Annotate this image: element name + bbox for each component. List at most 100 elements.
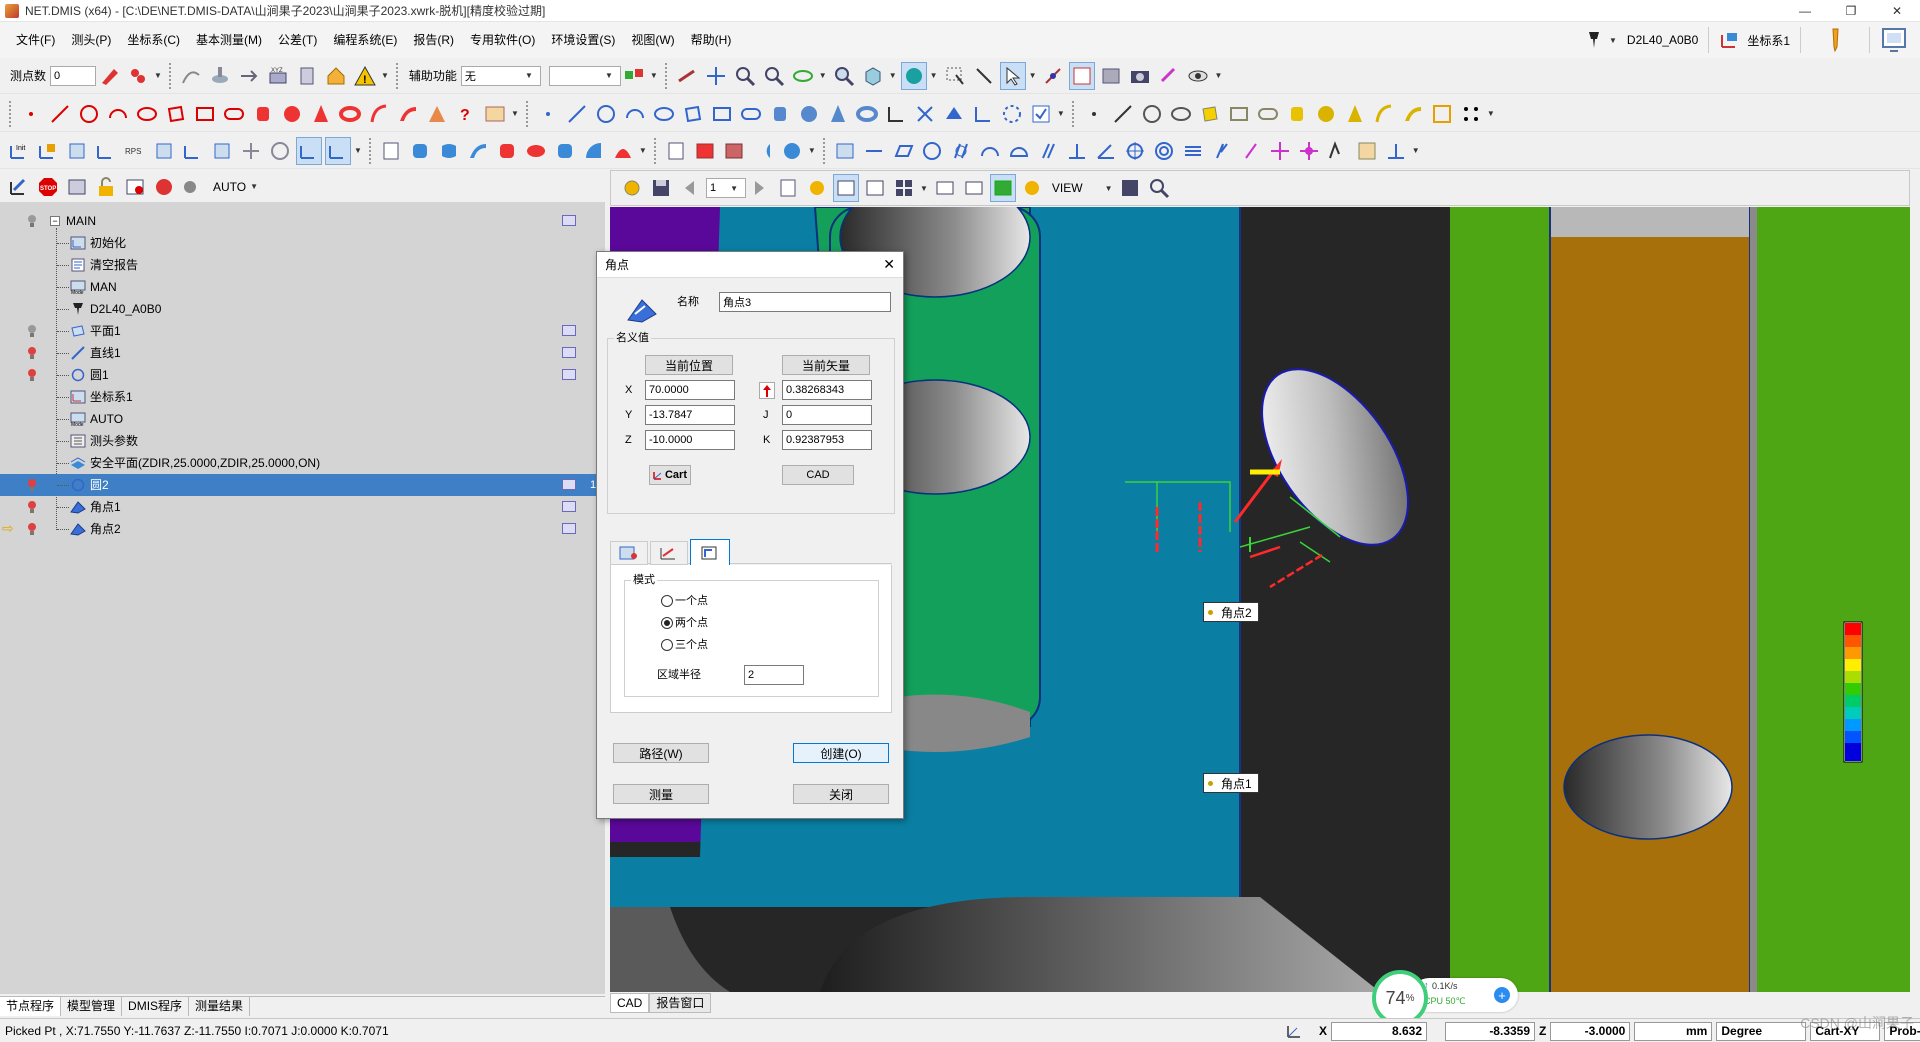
construct-plane-icon[interactable] — [680, 100, 706, 128]
torus-feature-icon[interactable] — [337, 100, 363, 128]
dialog-close-icon[interactable]: ✕ — [883, 256, 895, 273]
curve-feature-icon[interactable] — [366, 100, 392, 128]
perpendicularity-icon[interactable] — [1064, 137, 1090, 165]
cart-button[interactable]: Cart — [649, 465, 691, 485]
name-input[interactable]: 角点3 — [719, 292, 891, 312]
sphere-feature-icon[interactable] — [279, 100, 305, 128]
path-button[interactable]: 路径(W) — [613, 743, 709, 763]
tools-dropdown-icon[interactable]: ▼ — [381, 71, 389, 80]
cad-surface-icon[interactable] — [1400, 100, 1426, 128]
surface-measure-icon[interactable] — [465, 137, 491, 165]
construct-rectangle-icon[interactable] — [709, 100, 735, 128]
cylindricity-icon[interactable] — [948, 137, 974, 165]
tree-row-main[interactable]: − MAIN — [0, 210, 605, 232]
xyz-icon[interactable]: XYZ — [265, 62, 291, 90]
grid-view-icon[interactable] — [833, 174, 859, 202]
path-icon[interactable] — [178, 62, 204, 90]
window-icon[interactable] — [122, 173, 148, 201]
cad-circle-icon[interactable] — [1139, 100, 1165, 128]
construct-point-icon[interactable] — [535, 100, 561, 128]
execution-bulb-icon[interactable] — [24, 320, 40, 342]
tab-node-program[interactable]: 节点程序 — [0, 997, 62, 1016]
mode-two-points-label[interactable]: 两个点 — [675, 613, 708, 633]
close-icon[interactable]: ✕ — [1874, 0, 1920, 22]
zone-radius-input[interactable]: 2 — [744, 665, 804, 685]
report-output-icon[interactable] — [562, 347, 576, 358]
construct-line-icon[interactable] — [564, 100, 590, 128]
construct-ellipse-icon[interactable] — [651, 100, 677, 128]
status-angle-unit[interactable]: Degree — [1716, 1021, 1807, 1041]
disk-icon[interactable] — [523, 137, 549, 165]
angularity-icon[interactable] — [1093, 137, 1119, 165]
alignment-dropdown-icon[interactable]: ▼ — [354, 146, 362, 155]
new-page-icon[interactable] — [775, 174, 801, 202]
coordinate-system-icon[interactable] — [1719, 29, 1741, 51]
curve-measure-icon[interactable] — [610, 137, 636, 165]
plane-feature-icon[interactable] — [163, 100, 189, 128]
z-input[interactable]: -10.0000 — [645, 430, 735, 450]
flatness-icon[interactable] — [890, 137, 916, 165]
run-icon[interactable] — [619, 174, 645, 202]
tangent-icon[interactable] — [779, 137, 805, 165]
pointer-dropdown-icon[interactable]: ▼ — [1029, 71, 1037, 80]
menu-settings[interactable]: 环境设置(S) — [543, 22, 623, 58]
cad-slot-icon[interactable] — [1255, 100, 1281, 128]
pan-icon[interactable] — [703, 62, 729, 90]
menu-measure[interactable]: 基本测量(M) — [188, 22, 270, 58]
target-icon[interactable] — [1267, 137, 1293, 165]
x-input[interactable]: 70.0000 — [645, 380, 735, 400]
report-output-icon[interactable] — [562, 369, 576, 380]
toggle-icon[interactable] — [180, 173, 206, 201]
best-fit-align-icon[interactable] — [151, 137, 177, 165]
menu-tolerance[interactable]: 公差(T) — [270, 22, 325, 58]
rotate-align-icon[interactable] — [180, 137, 206, 165]
target-red-icon[interactable] — [151, 173, 177, 201]
points-dropdown-icon[interactable]: ▼ — [154, 71, 162, 80]
zoom-window-icon[interactable] — [732, 62, 758, 90]
create-button[interactable]: 创建(O) — [793, 743, 889, 763]
minimize-icon[interactable]: — — [1782, 0, 1828, 22]
tree-row-man[interactable]: Mode MAN — [0, 276, 605, 298]
level-icon[interactable] — [238, 137, 264, 165]
half-disk-icon[interactable] — [750, 137, 776, 165]
point-feature-icon[interactable] — [18, 100, 44, 128]
section-icon[interactable] — [1069, 61, 1096, 90]
boost-plus-icon[interactable]: + — [1494, 987, 1510, 1003]
tolerance-dropdown-icon[interactable]: ▼ — [1412, 146, 1420, 155]
report-output-icon[interactable] — [562, 215, 576, 226]
mode-one-point-radio[interactable] — [661, 595, 673, 607]
report-output-icon[interactable] — [562, 501, 576, 512]
current-vector-button[interactable]: 当前矢量 — [782, 355, 870, 375]
execution-bulb-icon[interactable] — [24, 518, 40, 540]
probe-direction-icon[interactable] — [674, 62, 700, 90]
pick-icon[interactable] — [971, 62, 997, 90]
execution-bulb-icon[interactable] — [24, 474, 40, 496]
line-profile-icon[interactable] — [977, 137, 1003, 165]
execution-bulb-icon[interactable] — [24, 364, 40, 386]
cad-rectangle-icon[interactable] — [1226, 100, 1252, 128]
execution-bulb-icon[interactable] — [24, 342, 40, 364]
stop-icon[interactable]: STOP — [35, 173, 61, 201]
close-button[interactable]: 关闭 — [793, 784, 889, 804]
cone-feature-icon[interactable] — [308, 100, 334, 128]
construct-circle-icon[interactable] — [593, 100, 619, 128]
tree-row-init[interactable]: 初始化 — [0, 232, 605, 254]
recall-icon[interactable] — [267, 137, 293, 165]
cad-cone-icon[interactable] — [1342, 100, 1368, 128]
distance-icon[interactable] — [1325, 137, 1351, 165]
parallelism-icon[interactable] — [1035, 137, 1061, 165]
network-dropdown-icon[interactable]: ▼ — [650, 71, 658, 80]
move-icon[interactable] — [236, 62, 262, 90]
zoom-icon[interactable] — [761, 62, 787, 90]
dimension-icon[interactable] — [832, 137, 858, 165]
save-view-icon[interactable] — [648, 174, 674, 202]
surface-feature-icon[interactable] — [395, 100, 421, 128]
path-feature-icon[interactable] — [482, 100, 508, 128]
construct-angle-icon[interactable] — [970, 100, 996, 128]
warning-icon[interactable]: ! — [352, 62, 378, 90]
tree-row-safe-plane[interactable]: 安全平面(ZDIR,25.0000,ZDIR,25.0000,ON) — [0, 452, 605, 474]
view-name-value[interactable]: VIEW — [1052, 181, 1083, 195]
tab-model-management[interactable]: 模型管理 — [61, 997, 123, 1016]
tree-row-coordinate1[interactable]: 坐标系1 — [0, 386, 605, 408]
measure-result-icon[interactable] — [1354, 137, 1380, 165]
